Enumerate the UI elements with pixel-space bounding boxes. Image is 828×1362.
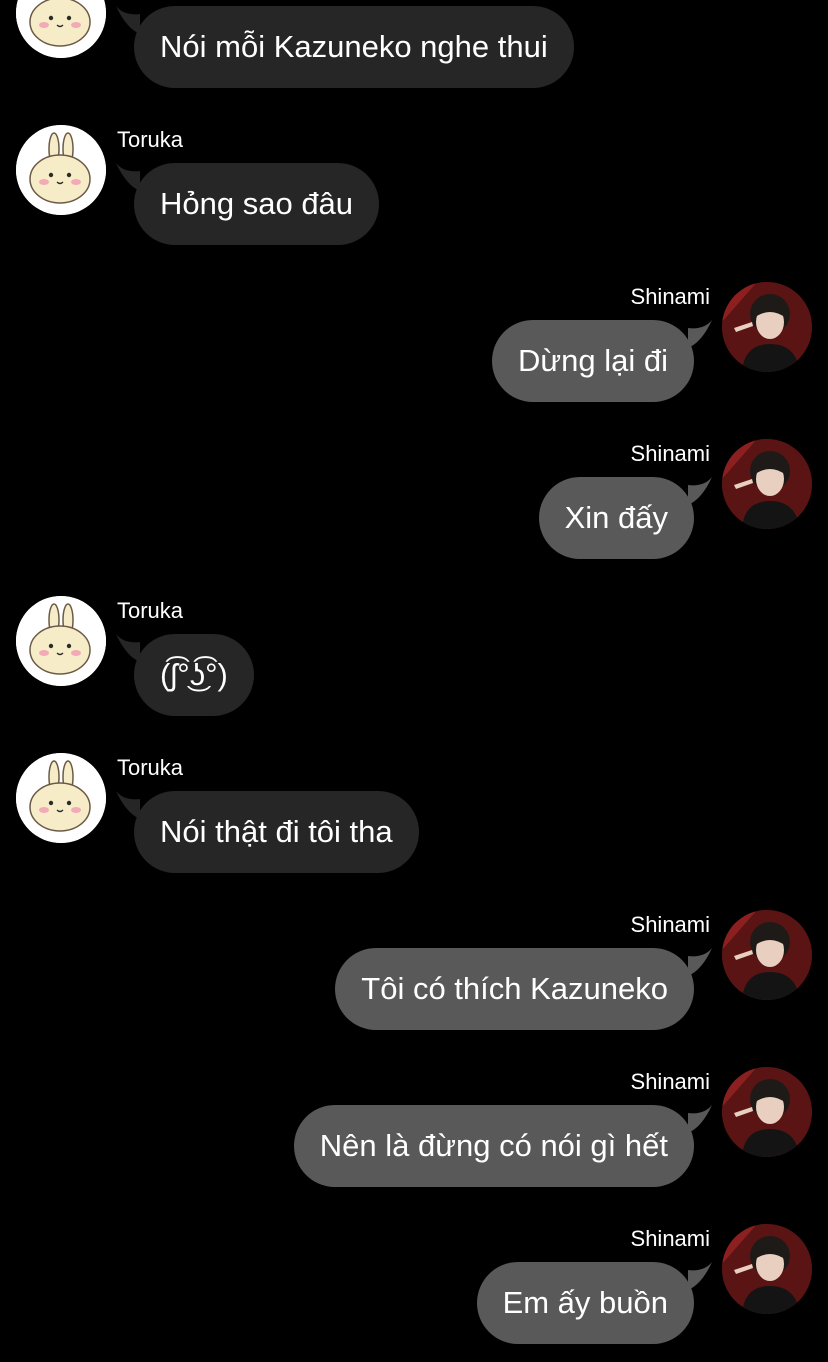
message-bubble[interactable]: Tôi có thích Kazuneko [335, 948, 694, 1030]
person-avatar-icon[interactable] [722, 282, 812, 372]
sender-name: Toruka [117, 755, 184, 780]
bunny-avatar-icon[interactable] [16, 0, 106, 58]
message-row: Shinami Nên là đừng có nói gì hết [0, 1067, 828, 1191]
message-bubble[interactable]: Hỏng sao đâu [134, 163, 380, 245]
message-row: Shinami Em ấy buồn [0, 1224, 828, 1348]
sender-name: Shinami [630, 284, 710, 309]
message-bubble[interactable]: Nói thật đi tôi tha [134, 791, 419, 873]
message-row: Shinami Dừng lại đi [0, 282, 828, 406]
chat-thread[interactable]: Nói mỗi Kazuneko nghe thui Toruka Hỏng sao… [0, 0, 828, 1362]
sender-name: Toruka [117, 598, 184, 623]
bunny-avatar-icon[interactable] [16, 596, 106, 686]
message-row: Toruka Nói thật đi tôi tha [0, 753, 828, 877]
sender-name: Shinami [630, 1226, 710, 1251]
bubble-tail [688, 1105, 712, 1133]
bunny-avatar-icon[interactable] [16, 753, 106, 843]
person-avatar-icon[interactable] [722, 1067, 812, 1157]
person-avatar-icon[interactable] [722, 910, 812, 1000]
message-bubble[interactable]: Dừng lại đi [492, 320, 694, 402]
sender-name: Shinami [630, 441, 710, 466]
bubble-tail [688, 1262, 712, 1290]
bubble-tail [688, 320, 712, 348]
person-avatar-icon[interactable] [722, 439, 812, 529]
sender-name: Toruka [117, 127, 184, 152]
message-row: Toruka Hỏng sao đâu [0, 125, 828, 249]
sender-name: Shinami [630, 912, 710, 937]
message-bubble[interactable]: Nên là đừng có nói gì hết [293, 1105, 694, 1187]
bubble-tail [688, 477, 712, 505]
message-row: Shinami Xin đấy [0, 439, 828, 563]
sender-name: Shinami [630, 1069, 710, 1094]
message-bubble[interactable]: Nói mỗi Kazuneko nghe thui [134, 6, 574, 88]
message-bubble[interactable]: (ʃ͡°͜ʖ͡°) [134, 634, 254, 716]
message-row: Shinami Tôi có thích Kazuneko [0, 910, 828, 1034]
bunny-avatar-icon[interactable] [16, 125, 106, 215]
bubble-tail [688, 948, 712, 976]
message-bubble[interactable]: Xin đấy [538, 477, 694, 559]
message-row: Nói mỗi Kazuneko nghe thui [0, 0, 828, 92]
person-avatar-icon[interactable] [722, 1224, 812, 1314]
message-bubble[interactable]: Em ấy buồn [476, 1262, 694, 1344]
message-row: Toruka (ʃ͡°͜ʖ͡°) [0, 596, 828, 720]
